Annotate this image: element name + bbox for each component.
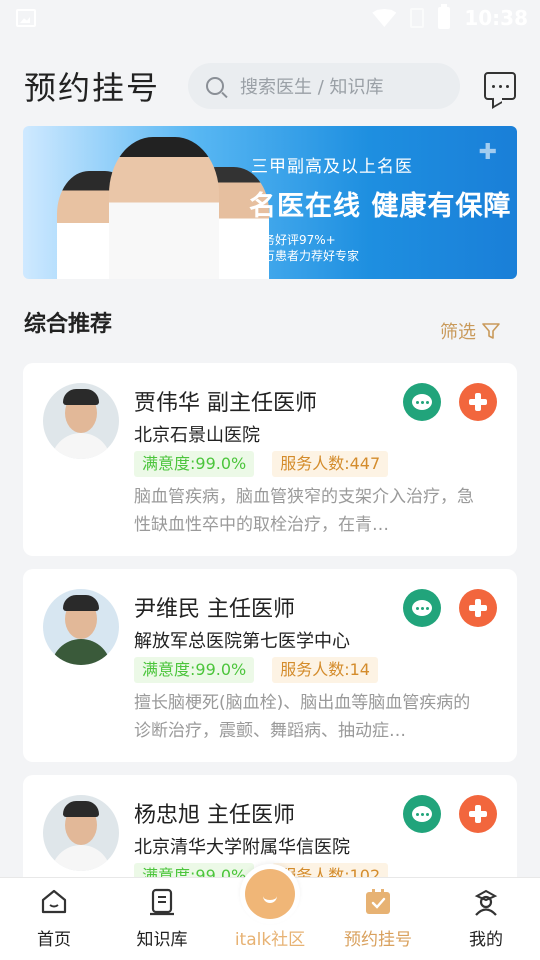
image-icon	[16, 9, 36, 27]
doctor-name: 贾伟华 副主任医师	[134, 391, 317, 416]
doctor-stats: 满意度:99.0% 服务人数:447	[134, 451, 389, 477]
search-icon	[206, 77, 224, 95]
satisfaction-badge: 满意度:99.0%	[134, 657, 255, 683]
banner-subtitle: 三甲副高及以上名医	[251, 157, 413, 177]
doctor-hospital: 解放军总医院第七医学中心	[134, 631, 350, 652]
doctor-hospital: 北京石景山医院	[134, 425, 260, 446]
status-icons: 10:38	[372, 4, 528, 30]
cross-decoration-icon: ✚	[478, 140, 497, 165]
filter-label: 筛选	[440, 322, 476, 343]
search-placeholder: 搜索医生 / 知识库	[240, 77, 384, 98]
promo-banner[interactable]: ✚ 三甲副高及以上名医 名医在线 健康有保障 服务好评97%+ 上万患者力荐好专…	[23, 126, 517, 279]
nav-community-label: italk社区	[234, 930, 306, 950]
banner-caption: 服务好评97%+ 上万患者力荐好专家	[251, 232, 359, 264]
nav-appointment[interactable]: 预约挂号	[324, 878, 432, 960]
header: 预约挂号 搜索医生 / 知识库	[24, 60, 516, 112]
avatar	[43, 795, 119, 871]
battery-icon	[438, 4, 451, 29]
consult-chat-button[interactable]	[403, 589, 441, 627]
plus-icon	[469, 599, 487, 617]
bottom-nav: 首页 知识库 italk社区 预约挂号 我的	[0, 864, 540, 960]
book-icon	[150, 888, 174, 916]
doctor-name: 尹维民 主任医师	[134, 597, 295, 622]
book-appointment-button[interactable]	[459, 589, 497, 627]
filter-button[interactable]: 筛选	[440, 318, 500, 344]
nav-mine[interactable]: 我的	[432, 878, 540, 960]
message-icon[interactable]	[484, 72, 516, 100]
nav-knowledge[interactable]: 知识库	[108, 878, 216, 960]
nav-community[interactable]: italk社区	[216, 864, 324, 960]
nav-mine-label: 我的	[469, 930, 503, 950]
page-title: 预约挂号	[24, 69, 161, 107]
banner-headline: 名医在线 健康有保障	[249, 191, 512, 222]
section-title: 综合推荐	[24, 312, 113, 337]
filter-icon	[482, 322, 500, 340]
avatar	[43, 383, 119, 459]
banner-caption-recommend: 上万患者力荐好专家	[251, 249, 360, 263]
chat-icon	[412, 806, 432, 822]
consult-chat-button[interactable]	[403, 383, 441, 421]
chat-icon	[412, 600, 432, 616]
chat-icon	[412, 394, 432, 410]
consult-chat-button[interactable]	[403, 795, 441, 833]
satisfaction-badge: 满意度:99.0%	[134, 451, 255, 477]
user-icon	[474, 889, 498, 916]
nav-home-label: 首页	[37, 930, 71, 950]
doctor-name: 杨忠旭 主任医师	[134, 803, 295, 828]
book-appointment-button[interactable]	[459, 383, 497, 421]
book-appointment-button[interactable]	[459, 795, 497, 833]
doctor-hospital: 北京清华大学附属华信医院	[134, 837, 350, 858]
plus-icon	[469, 805, 487, 823]
sim-icon	[410, 8, 425, 28]
banner-doctor-image	[109, 137, 219, 279]
doctor-stats: 满意度:99.0% 服务人数:14	[134, 657, 378, 683]
status-time: 10:38	[464, 6, 528, 30]
nav-home[interactable]: 首页	[0, 878, 108, 960]
home-icon	[41, 889, 67, 914]
wifi-icon	[372, 9, 397, 27]
doctor-description: 擅长脑梗死(脑血栓)、脑出血等脑血管疾病的诊断治疗，震颤、舞蹈病、抽动症…	[134, 693, 471, 741]
served-count-badge: 服务人数:14	[272, 657, 378, 683]
served-count-badge: 服务人数:447	[272, 451, 389, 477]
banner-caption-rating: 服务好评97%+	[251, 233, 336, 247]
doctor-card[interactable]: 贾伟华 副主任医师 北京石景山医院 满意度:99.0% 服务人数:447 脑血管…	[23, 363, 517, 556]
calendar-icon	[366, 889, 390, 914]
doctor-card[interactable]: 尹维民 主任医师 解放军总医院第七医学中心 满意度:99.0% 服务人数:14 …	[23, 569, 517, 762]
avatar	[43, 589, 119, 665]
search-input[interactable]: 搜索医生 / 知识库	[188, 63, 460, 109]
nav-knowledge-label: 知识库	[136, 930, 188, 950]
italk-icon	[240, 864, 300, 924]
plus-icon	[469, 393, 487, 411]
status-bar: 10:38	[0, 0, 540, 36]
doctor-description: 脑血管疾病，脑血管狭窄的支架介入治疗，急性缺血性卒中的取栓治疗，在青…	[134, 487, 474, 535]
nav-appointment-label: 预约挂号	[344, 930, 412, 950]
